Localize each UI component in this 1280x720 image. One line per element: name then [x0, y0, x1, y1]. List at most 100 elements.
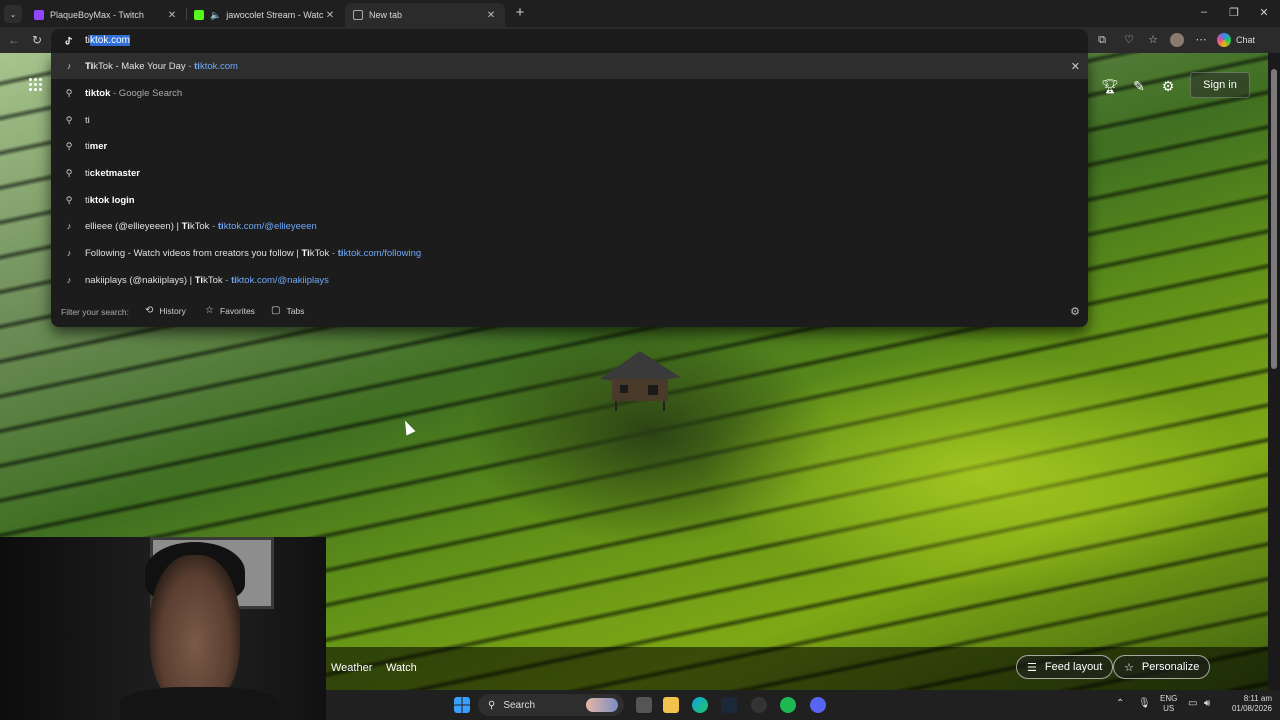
suggestion-url: ktok.com/@ellieyeeen — [223, 220, 317, 232]
personalize-button[interactable]: ☆ Personalize — [1113, 655, 1211, 679]
address-input[interactable]: tiktok.com — [85, 35, 131, 46]
pencil-icon[interactable]: ✎ — [1130, 77, 1148, 95]
twitch-icon — [34, 10, 44, 20]
separator: - — [209, 220, 218, 232]
match-text: Ti — [194, 274, 204, 286]
network-icon[interactable]: ▭ — [1188, 698, 1197, 709]
remove-suggestion-icon[interactable]: ✕ — [1071, 60, 1080, 73]
browser-essentials-icon[interactable]: ♡ — [1122, 33, 1136, 47]
filter-history-button[interactable]: ⟲ History — [145, 305, 186, 316]
personalize-label: Personalize — [1141, 661, 1200, 673]
suggestion-tiktok-home[interactable]: ♪ TikTok - Make Your Day - tiktok.com ✕ — [51, 53, 1088, 79]
gear-icon[interactable]: ⚙ — [1159, 77, 1177, 95]
sliders-icon: ☰ — [1027, 661, 1037, 674]
chat-label: Chat — [1236, 35, 1256, 45]
history-icon: ⟲ — [145, 305, 154, 316]
suggestion-search[interactable]: ⚲ ticketmaster — [51, 160, 1088, 186]
page-scrollbar[interactable] — [1268, 53, 1280, 693]
tiktok-icon: ♪ — [66, 221, 72, 231]
watch-link[interactable]: Watch — [386, 662, 417, 674]
scroll-thumb[interactable] — [1271, 69, 1277, 369]
suggestion-search[interactable]: ⚲ ti — [51, 107, 1088, 133]
close-icon[interactable]: ✕ — [324, 10, 336, 21]
chrome-icon[interactable] — [751, 697, 767, 713]
suggestion-history[interactable]: ♪ nakiiplays (@nakiiplays) | TikTok - ti… — [51, 267, 1088, 293]
tab-strip: ⌄ PlaqueBoyMax - Twitch ✕ 🔈 jawocolet St… — [0, 0, 1280, 27]
volume-icon[interactable]: 🔊︎ — [1204, 698, 1210, 709]
task-view-icon[interactable] — [636, 697, 652, 713]
suggestion-search[interactable]: ⚲ tiktok login — [51, 187, 1088, 213]
chevron-up-icon[interactable]: ⌃ — [1116, 698, 1124, 709]
filter-favorites-button[interactable]: ☆ Favorites — [205, 305, 255, 316]
tab-actions-menu-button[interactable]: ⌄ — [4, 5, 22, 23]
app-launcher-icon[interactable] — [28, 77, 42, 91]
tab-twitch-plaqueboymax[interactable]: PlaqueBoyMax - Twitch ✕ — [26, 3, 186, 27]
region-code: US — [1163, 704, 1175, 713]
search-highlight-image — [586, 698, 618, 712]
tab-kick-jawocolet[interactable]: 🔈 jawocolet Stream - Watch Live ✕ — [186, 3, 344, 27]
file-explorer-icon[interactable] — [663, 697, 679, 713]
suggestion-url: ktok.com/following — [343, 247, 422, 259]
suggestion-text: ti — [85, 114, 90, 126]
avatar[interactable] — [1170, 33, 1184, 47]
tiktok-icon: ♪ — [66, 248, 72, 258]
suggestion-title: Following - Watch videos from creators y… — [85, 247, 302, 259]
mouse-cursor — [400, 418, 416, 436]
back-button[interactable]: ← — [6, 32, 22, 48]
rewards-icon[interactable]: 🏆︎ — [1101, 77, 1119, 95]
clock-time: 8:11 am — [1243, 694, 1272, 703]
tab-new-tab[interactable]: New tab ✕ — [345, 3, 505, 27]
star-icon: ☆ — [205, 305, 214, 316]
sign-in-button[interactable]: Sign in — [1190, 72, 1250, 98]
filter-favorites-label: Favorites — [219, 305, 255, 316]
microphone-icon[interactable]: 🎙︎ — [1138, 698, 1151, 709]
taskbar-search-label: Search — [503, 699, 536, 711]
suggestion-history[interactable]: ♪ Following - Watch videos from creators… — [51, 240, 1088, 266]
suggestion-history[interactable]: ♪ ellieee (@ellieyeeen) | TikTok - tikto… — [51, 213, 1088, 239]
extensions-icon[interactable]: ⧉ — [1095, 33, 1109, 47]
edge-icon[interactable] — [692, 697, 708, 713]
tiktok-icon: ♪ — [66, 275, 72, 285]
suggestion-title-rest: kTok — [309, 247, 330, 259]
feed-layout-button[interactable]: ☰ Feed layout — [1016, 655, 1114, 679]
steam-icon[interactable] — [721, 697, 737, 713]
windows-start-icon[interactable] — [454, 697, 470, 713]
close-icon[interactable]: ✕ — [485, 10, 497, 21]
filter-tabs-label: Tabs — [286, 305, 305, 316]
gear-icon[interactable]: ⚙ — [1070, 305, 1080, 318]
taskbar-search[interactable]: ⚲ Search — [478, 694, 624, 716]
match-text: ktok — [90, 87, 111, 99]
new-tab-button[interactable]: + — [512, 5, 528, 21]
suggestion-title-rest: kTok — [189, 220, 210, 232]
more-options-icon[interactable]: ⋯ — [1194, 33, 1208, 47]
refresh-button[interactable]: ↻ — [29, 32, 45, 48]
clock-date: 01/08/2026 — [1231, 704, 1272, 713]
autocomplete-dropdown: ♪ TikTok - Make Your Day - tiktok.com ✕ … — [51, 53, 1088, 327]
language-indicator[interactable]: ENG US — [1160, 694, 1177, 714]
weather-link[interactable]: Weather — [331, 662, 372, 674]
webcam-body — [120, 687, 280, 720]
suggestion-search[interactable]: ⚲ tiktok - Google Search — [51, 80, 1088, 106]
sparkle-star-icon: ☆ — [1124, 661, 1134, 674]
close-icon[interactable]: ✕ — [166, 10, 178, 21]
background-image — [700, 353, 1260, 593]
filter-row: Filter your search: ⟲ History ☆ Favorites … — [51, 301, 1088, 323]
inline-autocomplete: ktok.com — [90, 35, 131, 46]
window-close-icon[interactable]: ✕ — [1257, 6, 1271, 19]
address-bar[interactable]: tiktok.com — [51, 29, 1088, 53]
tabs-icon: ▢ — [271, 305, 281, 316]
webcam-overlay — [0, 537, 326, 720]
tab-title: PlaqueBoyMax - Twitch — [50, 10, 144, 20]
discord-icon[interactable] — [810, 697, 826, 713]
match-text: cketmaster — [89, 167, 140, 179]
maximize-icon[interactable]: ❐ — [1227, 6, 1241, 19]
spotify-icon[interactable] — [780, 697, 796, 713]
windows-taskbar: ⚲ Search ⌃ 🎙︎ ENG US ▭ 🔊︎ 8:11 am 01/08/… — [326, 690, 1280, 720]
speaker-icon[interactable]: 🔈 — [210, 10, 221, 21]
suggestion-search[interactable]: ⚲ timer — [51, 133, 1088, 159]
favorites-icon[interactable]: ☆ — [1146, 33, 1160, 47]
clock[interactable]: 8:11 am 01/08/2026 — [1224, 694, 1272, 714]
copilot-chat-button[interactable]: Chat — [1217, 32, 1255, 48]
minimize-icon[interactable]: – — [1197, 6, 1211, 18]
filter-tabs-button[interactable]: ▢ Tabs — [271, 305, 304, 316]
